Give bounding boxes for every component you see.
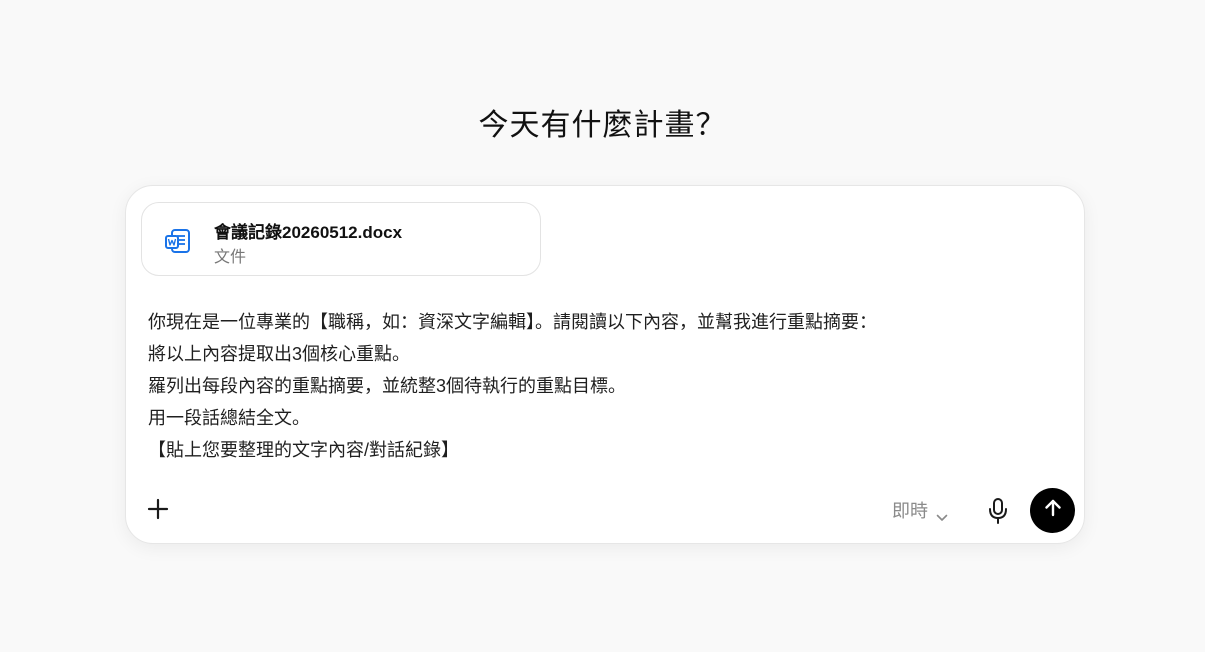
prompt-input[interactable]: 你現在是一位專業的【職稱，如：資深文字編輯】。請閱讀以下內容，並幫我進行重點摘要…: [148, 306, 1048, 466]
page-title: 今天有什麼計畫？: [478, 109, 727, 142]
prompt-line: 羅列出每段內容的重點摘要，並統整3個待執行的重點目標。: [148, 376, 627, 396]
send-button[interactable]: [1030, 488, 1075, 533]
prompt-line: 用一段話總結全文。: [148, 408, 310, 428]
add-attachment-button[interactable]: [144, 495, 172, 523]
prompt-line: 你現在是一位專業的【職稱，如：資深文字編輯】。請閱讀以下內容，並幫我進行重點摘要…: [148, 312, 877, 332]
attachment-card[interactable]: 會議記錄20260512.docx 文件: [141, 202, 541, 276]
plus-icon: [144, 498, 172, 527]
page: 今天有什麼計畫？ 會議記錄20260512.docx 文件 你現在是一位專業的【…: [0, 0, 1205, 652]
chevron-down-icon: [936, 506, 948, 521]
word-document-icon: [164, 227, 192, 255]
arrow-up-icon: [1042, 497, 1064, 524]
prompt-line: 【貼上您要整理的文字內容/對話紀錄】: [148, 440, 459, 460]
microphone-icon: [984, 498, 1012, 530]
attachment-filename: 會議記錄20260512.docx: [214, 223, 403, 242]
prompt-line: 將以上內容提取出3個核心重點。: [148, 344, 411, 364]
mode-dropdown[interactable]: 即時: [892, 496, 948, 524]
attachment-filetype: 文件: [214, 249, 247, 266]
prompt-composer: 會議記錄20260512.docx 文件 你現在是一位專業的【職稱，如：資深文字…: [125, 185, 1085, 544]
mode-label: 即時: [892, 501, 928, 521]
voice-input-button[interactable]: [984, 496, 1012, 526]
